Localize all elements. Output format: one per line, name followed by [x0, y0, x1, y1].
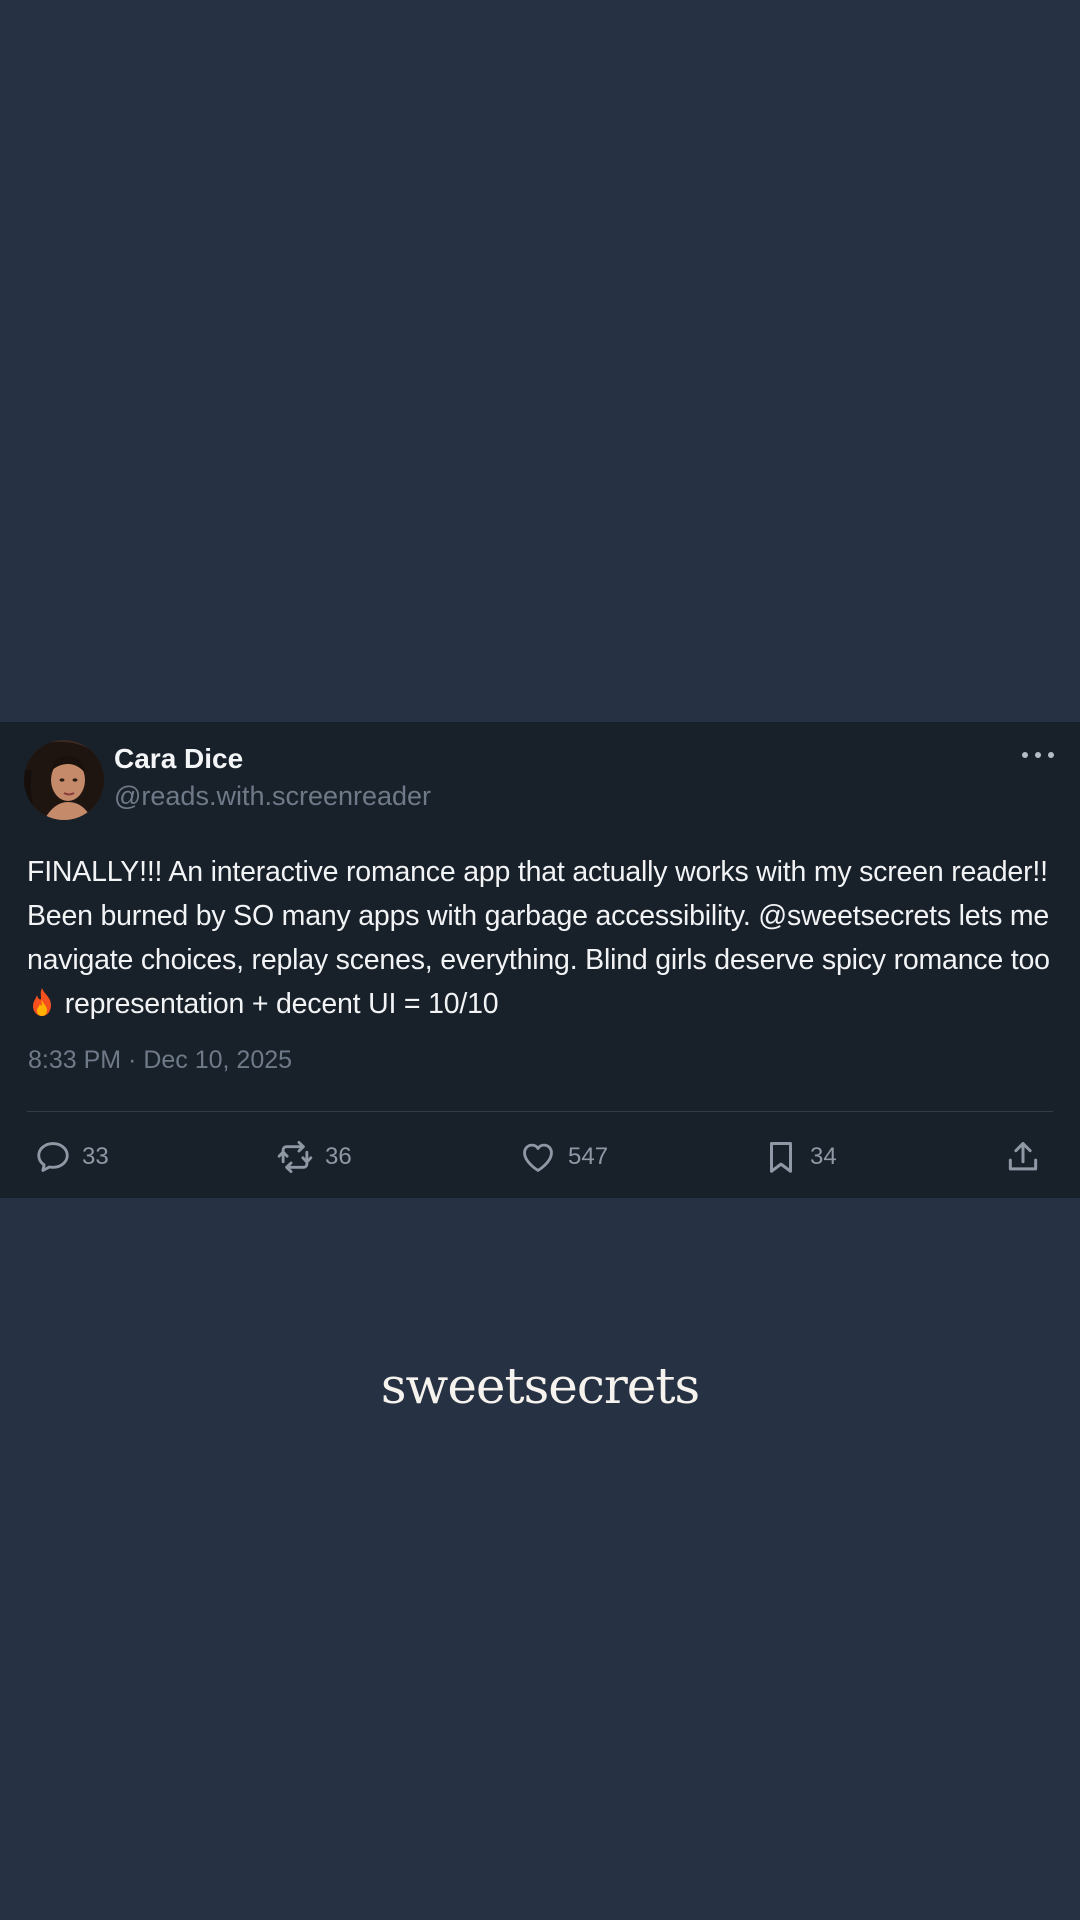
repost-button[interactable]: 36	[275, 1132, 352, 1182]
fire-emoji-icon	[29, 986, 55, 1030]
brand-wordmark: sweetsecrets	[380, 1357, 700, 1415]
author-name[interactable]: Cara Dice	[114, 742, 243, 776]
bookmark-button[interactable]: 34	[762, 1132, 837, 1182]
more-dot-icon	[1022, 752, 1028, 758]
tweet-text: FINALLY!!! An interactive romance app th…	[27, 850, 1057, 1030]
reply-button[interactable]: 33	[34, 1132, 109, 1182]
heart-icon	[523, 1143, 553, 1172]
share-icon	[1008, 1142, 1038, 1171]
tweet-actions: 33 36 547 34	[0, 1132, 1080, 1182]
author-handle[interactable]: @reads.with.screenreader	[114, 779, 431, 813]
more-dot-icon	[1035, 752, 1041, 758]
bookmark-icon	[769, 1142, 793, 1173]
avatar-image	[24, 740, 104, 820]
avatar[interactable]	[24, 740, 104, 820]
like-count: 547	[568, 1143, 609, 1170]
tweet-timestamp[interactable]: 8:33 PM · Dec 10, 2025	[28, 1044, 292, 1076]
repost-icon	[277, 1141, 313, 1173]
page: Cara Dice @reads.with.screenreader FINAL…	[0, 0, 1080, 1920]
share-button[interactable]	[1004, 1132, 1042, 1182]
like-button[interactable]: 547	[518, 1132, 608, 1182]
more-dot-icon	[1048, 752, 1054, 758]
repost-count: 36	[325, 1143, 352, 1170]
bookmark-count: 34	[810, 1143, 837, 1170]
tweet-text-tail: representation + decent UI = 10/10	[64, 988, 499, 1020]
divider	[27, 1111, 1053, 1112]
tweet-card[interactable]: Cara Dice @reads.with.screenreader FINAL…	[0, 722, 1080, 1198]
reply-icon	[37, 1142, 69, 1172]
reply-count: 33	[82, 1143, 109, 1170]
more-options-button[interactable]	[1022, 748, 1054, 762]
tweet-text-main: FINALLY!!! An interactive romance app th…	[27, 856, 1050, 976]
